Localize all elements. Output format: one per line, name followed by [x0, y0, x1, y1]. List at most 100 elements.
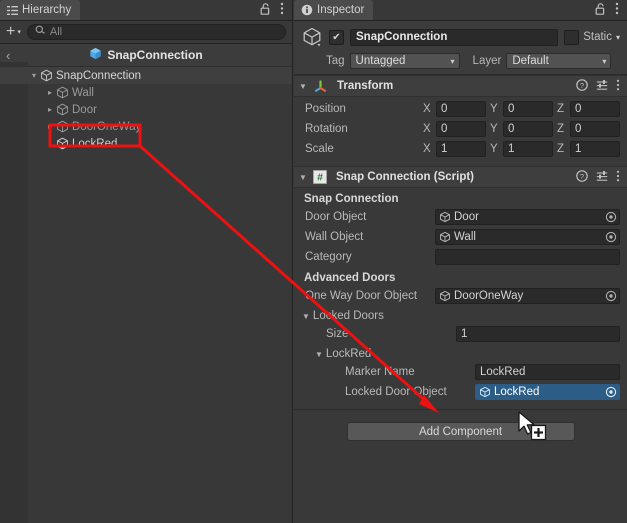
help-icon[interactable]: ? — [576, 79, 588, 94]
scale-z-input[interactable]: 1 — [570, 141, 620, 157]
search-input[interactable]: All — [27, 24, 286, 40]
preset-icon[interactable] — [596, 79, 608, 94]
lock-open-icon[interactable] — [595, 3, 606, 18]
value-text: 1 — [575, 143, 581, 155]
wall-object-field[interactable]: Wall — [435, 229, 620, 245]
axis-label-z: Z — [557, 103, 566, 115]
hierarchy-tree: ▾ SnapConnection ▸ Wall — [0, 67, 292, 152]
property-label: Category — [301, 251, 435, 263]
lock-open-icon[interactable] — [260, 3, 271, 18]
foldout-icon[interactable]: ▸ — [44, 88, 56, 97]
axis-label-x: X — [423, 123, 432, 135]
hierarchy-icon — [7, 5, 18, 16]
position-z-input[interactable]: 0 — [570, 101, 620, 117]
foldout-icon[interactable]: ▼ — [315, 350, 323, 359]
component-header-snap-connection[interactable]: ▼ # Snap Connection (Script) ? — [294, 166, 627, 188]
property-label: Wall Object — [301, 231, 435, 243]
kebab-menu-icon[interactable] — [616, 170, 620, 185]
rotation-y-input[interactable]: 0 — [503, 121, 553, 137]
property-label: Door Object — [301, 211, 435, 223]
gameobject-cube-icon — [301, 26, 323, 48]
object-picker-icon[interactable] — [604, 290, 617, 303]
axis-label-y: Y — [490, 103, 499, 115]
tree-item-wall[interactable]: ▸ Wall — [0, 84, 292, 101]
locked-door-object-field[interactable]: LockRed — [475, 384, 620, 400]
object-name-row: ✔ SnapConnection Static ▾ — [301, 26, 620, 48]
help-icon[interactable]: ? — [576, 170, 588, 185]
add-component-button[interactable]: Add Component — [347, 422, 575, 441]
group-title-advanced-doors: Advanced Doors — [304, 272, 620, 284]
category-input[interactable] — [435, 249, 620, 265]
foldout-icon[interactable]: ▸ — [44, 105, 56, 114]
tree-item-door[interactable]: ▸ Door — [0, 101, 292, 118]
preset-icon[interactable] — [596, 170, 608, 185]
chevron-down-icon[interactable]: ▾ — [616, 33, 620, 42]
tab-inspector-label: Inspector — [317, 4, 364, 16]
tab-inspector[interactable]: Inspector — [294, 0, 373, 20]
scale-y-input[interactable]: 1 — [503, 141, 553, 157]
prefab-breadcrumb: ‹ SnapConnection — [0, 44, 292, 67]
breadcrumb-back-button[interactable]: ‹ — [6, 48, 10, 63]
search-placeholder-text: All — [50, 26, 62, 38]
position-x-input[interactable]: 0 — [436, 101, 486, 117]
position-y-input[interactable]: 0 — [503, 101, 553, 117]
gameobject-cube-icon — [56, 86, 69, 99]
component-header-transform[interactable]: ▼ Transform ? — [294, 75, 627, 97]
array-size-input[interactable]: 1 — [456, 326, 620, 342]
foldout-lockred-element[interactable]: ▼ LockRed — [301, 345, 620, 363]
tree-item-snapconnection[interactable]: ▾ SnapConnection — [0, 67, 292, 84]
tree-item-label: Door — [72, 104, 97, 116]
hierarchy-tab-icons — [260, 0, 292, 20]
component-header-icons: ? — [576, 79, 620, 94]
component-body-snap-connection: Snap Connection Door Object Door — [294, 188, 627, 409]
object-enabled-checkbox[interactable]: ✔ — [329, 30, 344, 45]
foldout-icon[interactable]: ▼ — [299, 82, 308, 91]
kebab-menu-icon[interactable] — [615, 2, 619, 18]
transform-rotation-row: Rotation X 0 Y 0 Z 0 — [301, 120, 620, 138]
tag-value: Untagged — [356, 55, 406, 67]
gameobject-cube-icon — [56, 137, 69, 150]
kebab-menu-icon[interactable] — [280, 2, 284, 18]
foldout-locked-doors[interactable]: ▼ Locked Doors — [301, 307, 620, 325]
object-picker-icon[interactable] — [604, 386, 617, 399]
layer-value: Default — [512, 55, 548, 67]
foldout-icon[interactable]: ▼ — [299, 173, 308, 182]
foldout-icon[interactable]: ▸ — [44, 122, 56, 131]
rotation-z-input[interactable]: 0 — [570, 121, 620, 137]
field-value: LockRed — [480, 366, 525, 378]
rotation-x-input[interactable]: 0 — [436, 121, 486, 137]
tree-item-label: SnapConnection — [56, 70, 141, 82]
add-component-area: Add Component — [294, 409, 627, 441]
tab-hierarchy[interactable]: Hierarchy — [0, 0, 80, 20]
property-label: Scale — [301, 143, 423, 155]
door-object-field[interactable]: Door — [435, 209, 620, 225]
search-icon — [35, 25, 46, 39]
hierarchy-panel: Hierarchy — [0, 0, 293, 523]
one-way-door-object-field[interactable]: DoorOneWay — [435, 288, 620, 304]
scale-x-input[interactable]: 1 — [436, 141, 486, 157]
tree-item-lockred[interactable]: LockRed — [0, 135, 292, 152]
field-row-category: Category — [301, 248, 620, 266]
static-checkbox[interactable] — [564, 30, 579, 45]
vector3-field: X 0 Y 0 Z 0 — [423, 121, 620, 137]
object-name-input[interactable]: SnapConnection — [350, 29, 558, 46]
foldout-icon[interactable]: ▼ — [302, 312, 310, 321]
tree-item-dooroneway[interactable]: ▸ DoorOneWay — [0, 118, 292, 135]
gameobject-cube-icon — [439, 290, 451, 302]
breadcrumb-label: SnapConnection — [107, 48, 202, 62]
object-picker-icon[interactable] — [604, 211, 617, 224]
component-title: Transform — [337, 80, 393, 92]
field-value: 1 — [461, 328, 467, 340]
svg-text:?: ? — [580, 172, 584, 181]
foldout-icon[interactable]: ▾ — [28, 71, 40, 80]
field-row-one-way-door-object: One Way Door Object DoorOneWay — [301, 287, 620, 305]
inspector-object-header: ✔ SnapConnection Static ▾ Tag Untagged ▾… — [294, 21, 627, 75]
tag-dropdown[interactable]: Untagged ▾ — [350, 53, 460, 69]
kebab-menu-icon[interactable] — [616, 79, 620, 94]
marker-name-input[interactable]: LockRed — [475, 364, 620, 380]
layer-dropdown[interactable]: Default ▾ — [506, 53, 611, 69]
field-value: Wall — [454, 231, 476, 243]
hierarchy-toolbar: + ▾ All — [0, 21, 292, 44]
object-picker-icon[interactable] — [604, 231, 617, 244]
create-object-button[interactable]: + ▾ — [6, 25, 21, 39]
